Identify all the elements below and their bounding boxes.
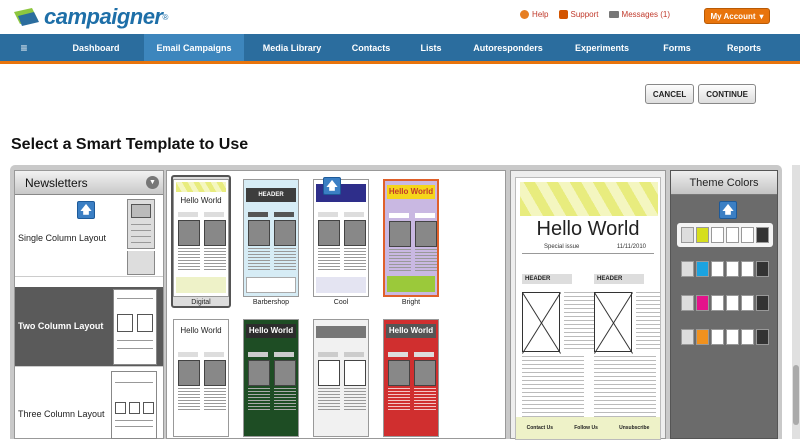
- nav-email-campaigns[interactable]: Email Campaigns: [144, 34, 244, 61]
- scrollbar-thumb[interactable]: [793, 365, 799, 425]
- template-card-6[interactable]: Hello World: [241, 317, 301, 437]
- nav-autoresponders[interactable]: Autoresponders: [460, 34, 556, 61]
- layout-label: Two Column Layout: [18, 321, 104, 331]
- logo-text: campaigner: [44, 4, 163, 29]
- logo-registered: ®: [162, 12, 169, 22]
- preview-date: 11/11/2010: [616, 244, 646, 250]
- mail-icon: [608, 11, 619, 18]
- theme-colors-panel: Theme Colors 🡅: [670, 170, 778, 439]
- template-card-7[interactable]: [311, 317, 371, 437]
- scroll-up-arrow-icon[interactable]: 🡅: [719, 201, 737, 219]
- top-bar: campaigner ® Help Support Messages (1) M…: [0, 0, 800, 34]
- utility-links: Help Support Messages (1): [520, 10, 670, 19]
- preview-image-placeholder-icon: [594, 292, 632, 352]
- single-column-thumb-icon: [127, 199, 155, 249]
- layout-label: Three Column Layout: [18, 409, 105, 419]
- template-thumbnail: Hello World: [243, 319, 299, 437]
- category-label: Newsletters: [25, 175, 88, 190]
- preview-title: Hello World: [536, 218, 640, 240]
- preview-special-issue: Special issue: [544, 244, 580, 250]
- cancel-button[interactable]: CANCEL: [644, 84, 695, 104]
- nav-reports[interactable]: Reports: [706, 34, 782, 61]
- two-column-thumb-icon: [113, 289, 157, 365]
- nav-contacts[interactable]: Contacts: [340, 34, 402, 61]
- support-link[interactable]: Support: [558, 10, 599, 19]
- preview-image-placeholder-icon: [522, 292, 560, 352]
- template-thumbnail: Hello World: [383, 179, 439, 297]
- template-name: Digital: [191, 299, 211, 306]
- nav-forms[interactable]: Forms: [648, 34, 706, 61]
- action-buttons: CANCEL CONTINUE: [644, 84, 756, 104]
- category-dropdown[interactable]: Newsletters ▼: [15, 171, 163, 195]
- page-scrollbar[interactable]: [792, 165, 800, 439]
- template-name: Barbershop: [252, 299, 290, 306]
- template-name: Bright: [401, 299, 421, 306]
- logo-envelope-icon: [14, 8, 39, 26]
- scroll-up-arrow-icon[interactable]: 🡅: [77, 201, 95, 219]
- template-thumbnail: Hello World: [383, 319, 439, 437]
- continue-button[interactable]: CONTINUE: [698, 84, 756, 104]
- chevron-down-icon: ▾: [759, 11, 764, 21]
- nav-dashboard[interactable]: Dashboard: [48, 34, 144, 61]
- main-nav: ≡ Dashboard Email Campaigns Media Librar…: [0, 34, 800, 64]
- theme-row-2[interactable]: [677, 257, 773, 281]
- preview-footer: Contact Us Follow Us Unsubscribe: [516, 417, 660, 439]
- template-card-5[interactable]: Hello World: [171, 317, 231, 437]
- template-thumbnail: Hello World: [173, 319, 229, 437]
- scroll-up-arrow-icon[interactable]: 🡅: [323, 177, 341, 195]
- help-link[interactable]: Help: [520, 10, 549, 19]
- preview-header-right: HEADER: [594, 274, 644, 284]
- layout-label: Single Column Layout: [18, 233, 107, 243]
- messages-link[interactable]: Messages (1): [608, 10, 670, 19]
- hamburger-menu-icon[interactable]: ≡: [0, 34, 48, 61]
- campaigner-logo[interactable]: campaigner ®: [12, 4, 168, 30]
- template-card-barbershop[interactable]: HEADER Barbershop: [241, 177, 301, 306]
- template-name: Cool: [333, 299, 349, 306]
- template-card-8[interactable]: Hello World: [381, 317, 441, 437]
- layout-single-column[interactable]: 🡅 Single Column Layout: [15, 197, 163, 277]
- nav-lists[interactable]: Lists: [402, 34, 460, 61]
- template-card-cool[interactable]: Cool 🡅: [311, 177, 371, 306]
- theme-row-4[interactable]: [677, 325, 773, 349]
- template-thumbnail: HEADER: [243, 179, 299, 297]
- layout-three-column[interactable]: Three Column Layout: [15, 367, 163, 440]
- template-preview: Hello World Special issue 11/11/2010 HEA…: [515, 177, 661, 440]
- page-title: Select a Smart Template to Use: [11, 136, 249, 153]
- template-preview-panel: Hello World Special issue 11/11/2010 HEA…: [510, 170, 666, 440]
- template-thumbnail: Hello World: [173, 179, 229, 297]
- nav-media-library[interactable]: Media Library: [244, 34, 340, 61]
- preview-banner: [520, 182, 658, 216]
- nav-experiments[interactable]: Experiments: [556, 34, 648, 61]
- template-thumbnail: [313, 319, 369, 437]
- template-thumbnail: [313, 179, 369, 297]
- theme-row-1[interactable]: [677, 223, 773, 247]
- three-column-thumb-icon: [111, 371, 157, 439]
- layout-two-column[interactable]: Two Column Layout: [15, 287, 163, 367]
- layout-panel: Newsletters ▼ 🡅 Single Column Layout Two…: [14, 170, 164, 439]
- preview-header-left: HEADER: [522, 274, 572, 284]
- dropdown-arrow-icon: ▼: [146, 176, 159, 189]
- theme-row-3[interactable]: [677, 291, 773, 315]
- support-icon: [558, 10, 568, 19]
- template-card-bright[interactable]: Hello World Bright: [381, 177, 441, 306]
- theme-colors-title: Theme Colors: [671, 171, 777, 195]
- my-account-button[interactable]: My Account ▾: [704, 8, 770, 24]
- template-grid: Hello World Digital HEADER Barbershop Co…: [166, 170, 506, 439]
- help-icon: [520, 10, 530, 19]
- template-card-digital[interactable]: Hello World Digital: [171, 175, 231, 308]
